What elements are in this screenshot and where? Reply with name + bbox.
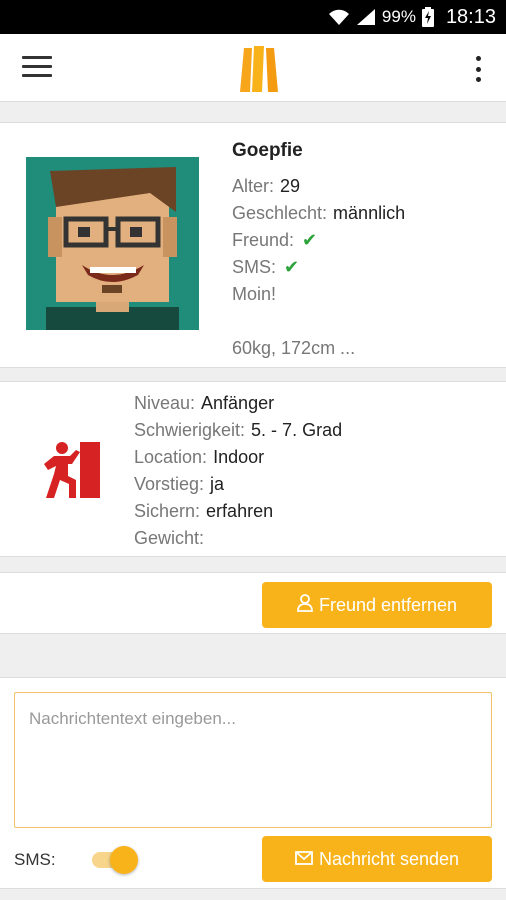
friend-row: Freund: ✔	[232, 227, 405, 254]
message-input[interactable]	[14, 692, 492, 828]
belay-value: erfahren	[206, 501, 274, 521]
difficulty-row: Schwierigkeit: 5. - 7. Grad	[134, 417, 342, 444]
lead-value: ja	[210, 474, 225, 494]
battery-percent: 99%	[381, 7, 416, 26]
location-label: Location:	[134, 447, 208, 467]
age-row: Alter: 29	[232, 173, 405, 200]
level-value: Anfänger	[201, 393, 275, 413]
gender-value: männlich	[333, 203, 406, 223]
weight-row: Gewicht:	[134, 525, 342, 552]
level-label: Niveau:	[134, 393, 196, 413]
profile-name: Goepfie	[232, 140, 303, 161]
action-card: Freund entfernen	[0, 572, 506, 634]
friend-label: Freund:	[232, 230, 295, 250]
difficulty-label: Schwierigkeit:	[134, 420, 246, 440]
profile-card: Goepfie Alter: 29 Geschlecht: männlich Fre…	[0, 122, 506, 368]
friend-check-icon: ✔	[302, 230, 318, 250]
belay-label: Sichern:	[134, 501, 201, 521]
sms-toggle-label: SMS:	[14, 850, 56, 869]
more-options-icon[interactable]	[472, 56, 484, 82]
gender-row: Geschlecht: männlich	[232, 200, 405, 227]
lead-label: Vorstieg:	[134, 474, 205, 494]
app-logo	[238, 44, 280, 96]
clock: 18:13	[445, 5, 496, 28]
location-row: Location: Indoor	[134, 444, 342, 471]
gender-label: Geschlecht:	[232, 203, 328, 223]
remove-friend-button[interactable]: Freund entfernen	[262, 582, 492, 628]
climbing-info: Niveau: Anfänger Schwierigkeit: 5. - 7. Gr…	[134, 390, 342, 552]
sms-check-icon: ✔	[284, 257, 300, 277]
avatar	[26, 157, 199, 330]
age-label: Alter:	[232, 176, 275, 196]
envelope-icon	[295, 849, 313, 870]
wifi-icon	[328, 8, 350, 26]
user-icon	[297, 593, 313, 617]
lead-row: Vorstieg: ja	[134, 471, 342, 498]
climbing-card: Niveau: Anfänger Schwierigkeit: 5. - 7. Gr…	[0, 381, 506, 557]
belay-row: Sichern: erfahren	[134, 498, 342, 525]
profile-bio: 60kg, 172cm ...	[232, 338, 356, 358]
app-bar	[0, 34, 506, 102]
profile-status: Moin!	[232, 284, 277, 304]
menu-icon[interactable]	[22, 56, 52, 80]
difficulty-value: 5. - 7. Grad	[251, 420, 343, 440]
battery-charging-icon	[421, 7, 434, 27]
remove-friend-label: Freund entfernen	[318, 594, 458, 615]
sms-label: SMS:	[232, 257, 277, 277]
location-value: Indoor	[213, 447, 265, 467]
send-message-label: Nachricht senden	[318, 848, 460, 869]
status-bar: 99% 18:13	[0, 0, 506, 34]
profile-info: Goepfie Alter: 29 Geschlecht: männlich Fre…	[232, 139, 405, 362]
weight-label: Gewicht:	[134, 528, 205, 548]
send-message-button[interactable]: Nachricht senden	[262, 836, 492, 882]
message-card: SMS: Nachricht senden	[0, 677, 506, 889]
sms-toggle[interactable]	[92, 846, 138, 874]
sms-row: SMS: ✔	[232, 254, 405, 281]
signal-icon	[356, 8, 376, 26]
climber-icon	[40, 440, 102, 500]
level-row: Niveau: Anfänger	[134, 390, 342, 417]
age-value: 29	[280, 176, 301, 196]
